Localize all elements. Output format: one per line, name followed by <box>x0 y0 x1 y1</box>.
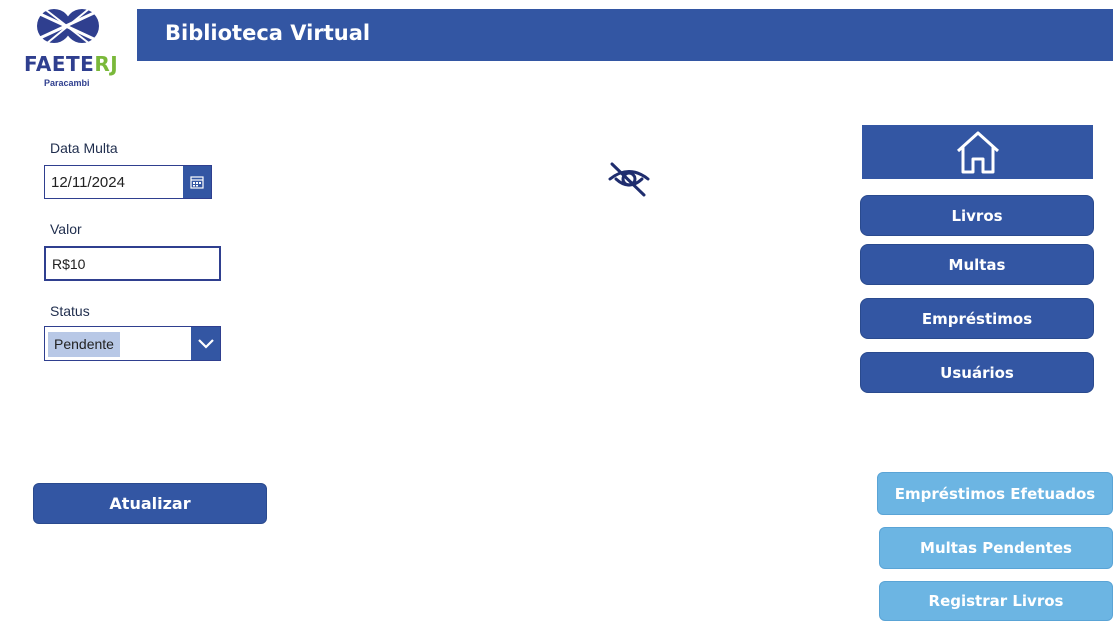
emprestimos-efetuados-button[interactable]: Empréstimos Efetuados <box>877 472 1113 515</box>
multas-pendentes-button[interactable]: Multas Pendentes <box>879 527 1113 569</box>
status-label: Status <box>50 303 90 319</box>
date-label: Data Multa <box>50 140 118 156</box>
status-dropdown[interactable]: Pendente <box>44 326 221 361</box>
nav-livros-button[interactable]: Livros <box>860 195 1094 236</box>
valor-label: Valor <box>50 221 82 237</box>
valor-input[interactable] <box>44 246 221 281</box>
registrar-livros-button[interactable]: Registrar Livros <box>879 581 1113 621</box>
faeterj-logo-icon <box>37 7 99 45</box>
home-icon <box>956 131 999 174</box>
calendar-button[interactable] <box>183 166 211 198</box>
status-dropdown-toggle[interactable] <box>191 327 220 360</box>
update-button[interactable]: Atualizar <box>33 483 267 524</box>
calendar-icon <box>190 176 204 189</box>
nav-emprestimos-button[interactable]: Empréstimos <box>860 298 1094 339</box>
nav-usuarios-button[interactable]: Usuários <box>860 352 1094 393</box>
header-bar: Biblioteca Virtual <box>137 9 1113 61</box>
page-title: Biblioteca Virtual <box>165 21 371 45</box>
logo: FAETERJ Paracambi <box>18 6 118 92</box>
date-picker[interactable]: 12/11/2024 <box>44 165 212 199</box>
eye-off-icon[interactable] <box>606 160 652 198</box>
date-value[interactable]: 12/11/2024 <box>51 174 125 191</box>
chevron-down-icon <box>197 338 214 349</box>
logo-subtitle: Paracambi <box>44 78 90 88</box>
nav-multas-button[interactable]: Multas <box>860 244 1094 285</box>
home-button[interactable] <box>862 125 1093 179</box>
logo-text: FAETERJ <box>24 52 119 76</box>
status-selected-value[interactable]: Pendente <box>48 332 120 357</box>
